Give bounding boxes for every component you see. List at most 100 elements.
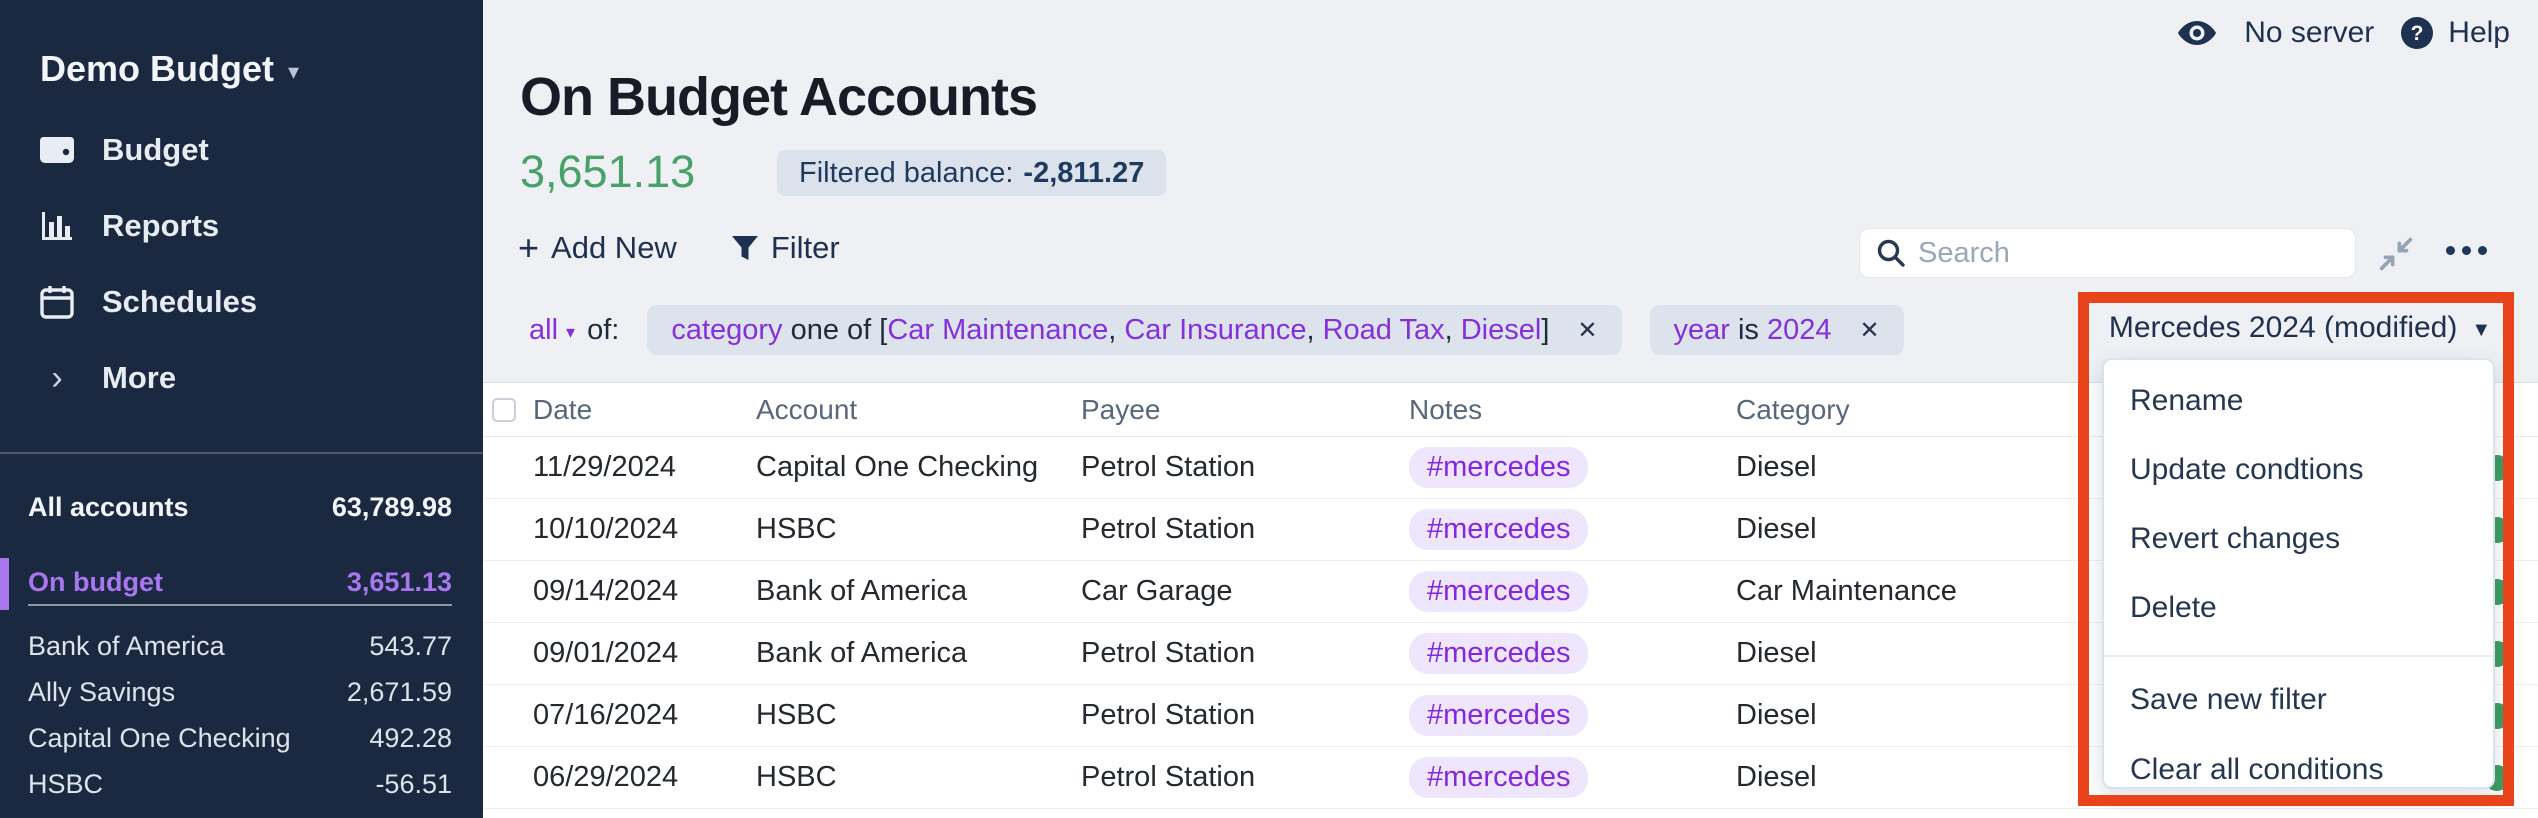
menu-item-update-condtions[interactable]: Update condtions: [2104, 435, 2493, 504]
sidebar-item-budget[interactable]: Budget: [38, 128, 483, 172]
sidebar-item-all-accounts[interactable]: All accounts 63,789.98: [28, 485, 452, 529]
chevron-right-icon: ›: [38, 363, 76, 393]
cell-date[interactable]: 07/16/2024: [533, 699, 756, 732]
cell-notes[interactable]: #mercedes: [1409, 695, 1736, 736]
remove-condition-icon[interactable]: ✕: [1854, 316, 1880, 345]
cell-payee[interactable]: Petrol Station: [1081, 637, 1409, 670]
cell-notes[interactable]: #mercedes: [1409, 509, 1736, 550]
cell-account[interactable]: Bank of America: [756, 637, 1081, 670]
cell-notes[interactable]: #mercedes: [1409, 633, 1736, 674]
more-options-icon[interactable]: [2446, 246, 2487, 255]
cell-payee[interactable]: Petrol Station: [1081, 761, 1409, 794]
app-window: Demo Budget ▾ Budget Reports Schedule: [0, 0, 2538, 818]
chevron-down-icon: ▼: [2471, 315, 2491, 342]
saved-filter-dropdown-button[interactable]: Mercedes 2024 (modified) ▼: [2100, 302, 2500, 354]
account-balance: 63,789.98: [332, 492, 452, 523]
cell-date[interactable]: 11/29/2024: [533, 451, 756, 484]
account-label: Capital One Checking: [28, 723, 291, 754]
account-balance: -56.51: [375, 769, 452, 800]
help-button[interactable]: ? Help: [2400, 16, 2510, 50]
sidebar-item-on-budget[interactable]: On budget 3,651.13: [28, 560, 452, 604]
column-header-notes: Notes: [1409, 394, 1736, 426]
filtered-balance-value: -2,811.27: [1023, 157, 1144, 190]
sidebar-item-schedules[interactable]: Schedules: [38, 280, 483, 324]
toolbar: + Add New Filter: [518, 230, 840, 266]
search-input[interactable]: [1918, 237, 2339, 270]
cell-notes[interactable]: #mercedes: [1409, 757, 1736, 798]
sidebar-item-more[interactable]: › More: [38, 356, 483, 400]
menu-group: RenameUpdate condtionsRevert changesDele…: [2104, 360, 2493, 642]
cell-notes[interactable]: #mercedes: [1409, 571, 1736, 612]
cell-date[interactable]: 06/29/2024: [533, 761, 756, 794]
add-new-label: Add New: [551, 230, 677, 266]
budget-name: Demo Budget: [40, 48, 274, 90]
sidebar-item-bank-of-america[interactable]: Bank of America 543.77: [28, 624, 452, 668]
account-label: Ally Savings: [28, 677, 175, 708]
cell-payee[interactable]: Petrol Station: [1081, 699, 1409, 732]
cell-payee[interactable]: Car Garage: [1081, 575, 1409, 608]
note-tag[interactable]: #mercedes: [1409, 447, 1588, 488]
account-label: Bank of America: [28, 631, 225, 662]
sidebar-item-label: Reports: [102, 208, 219, 244]
account-balance: 492.28: [369, 723, 452, 754]
menu-item-clear-all-conditions[interactable]: Clear all conditions: [2104, 735, 2493, 789]
condition-text: year is 2024: [1674, 314, 1832, 347]
budget-switcher[interactable]: Demo Budget ▾: [40, 48, 299, 90]
note-tag[interactable]: #mercedes: [1409, 571, 1588, 612]
note-tag[interactable]: #mercedes: [1409, 633, 1588, 674]
match-mode-dropdown[interactable]: all ▾: [529, 314, 575, 347]
of-label: of:: [587, 314, 619, 347]
column-header-account: Account: [756, 394, 1081, 426]
topbar: No server ? Help: [2176, 16, 2510, 50]
selected-indicator: [0, 558, 9, 610]
cell-account[interactable]: HSBC: [756, 761, 1081, 794]
chevron-down-icon: ▾: [566, 318, 575, 343]
cell-date[interactable]: 10/10/2024: [533, 513, 756, 546]
account-balance: 543.77: [369, 631, 452, 662]
cell-account[interactable]: HSBC: [756, 513, 1081, 546]
sidebar-nav: Budget Reports Schedules › More: [0, 128, 483, 432]
remove-condition-icon[interactable]: ✕: [1571, 316, 1597, 345]
page-title: On Budget Accounts: [520, 66, 1037, 128]
filter-condition-pill[interactable]: category one of [Car Maintenance, Car In…: [647, 305, 1621, 355]
note-tag[interactable]: #mercedes: [1409, 695, 1588, 736]
sidebar: Demo Budget ▾ Budget Reports Schedule: [0, 0, 483, 818]
cell-account[interactable]: Bank of America: [756, 575, 1081, 608]
wallet-icon: [38, 135, 76, 165]
menu-item-revert-changes[interactable]: Revert changes: [2104, 504, 2493, 573]
search-icon: [1876, 238, 1906, 268]
collapse-icon[interactable]: [2376, 234, 2416, 274]
sidebar-item-reports[interactable]: Reports: [38, 204, 483, 248]
cell-date[interactable]: 09/14/2024: [533, 575, 756, 608]
cell-notes[interactable]: #mercedes: [1409, 447, 1736, 488]
account-label: HSBC: [28, 769, 103, 800]
cell-account[interactable]: HSBC: [756, 699, 1081, 732]
sidebar-item-capital-one-checking[interactable]: Capital One Checking 492.28: [28, 716, 452, 760]
cell-payee[interactable]: Petrol Station: [1081, 451, 1409, 484]
sidebar-item-ally-savings[interactable]: Ally Savings 2,671.59: [28, 670, 452, 714]
filter-button[interactable]: Filter: [731, 230, 840, 266]
filtered-balance-label: Filtered balance:: [799, 157, 1013, 190]
menu-item-rename[interactable]: Rename: [2104, 366, 2493, 435]
menu-item-delete[interactable]: Delete: [2104, 573, 2493, 642]
note-tag[interactable]: #mercedes: [1409, 509, 1588, 550]
note-tag[interactable]: #mercedes: [1409, 757, 1588, 798]
add-new-button[interactable]: + Add New: [518, 230, 677, 266]
svg-text:?: ?: [2411, 22, 2424, 45]
cell-account[interactable]: Capital One Checking: [756, 451, 1081, 484]
filter-condition-pill[interactable]: year is 2024 ✕: [1650, 305, 1904, 355]
account-label: All accounts: [28, 492, 189, 523]
privacy-toggle-button[interactable]: [2176, 18, 2218, 48]
sidebar-item-hsbc[interactable]: HSBC -56.51: [28, 762, 452, 806]
help-icon: ?: [2400, 16, 2434, 50]
cell-date[interactable]: 09/01/2024: [533, 637, 756, 670]
match-mode-value: all: [529, 314, 558, 347]
chevron-down-icon: ▾: [288, 53, 299, 85]
cell-payee[interactable]: Petrol Station: [1081, 513, 1409, 546]
server-status-button[interactable]: No server: [2244, 16, 2374, 50]
search-box: [1859, 228, 2356, 278]
select-all-checkbox[interactable]: [492, 398, 516, 422]
menu-item-save-new-filter[interactable]: Save new filter: [2104, 665, 2493, 735]
sidebar-item-label: Schedules: [102, 284, 257, 320]
account-label: On budget: [28, 567, 163, 598]
